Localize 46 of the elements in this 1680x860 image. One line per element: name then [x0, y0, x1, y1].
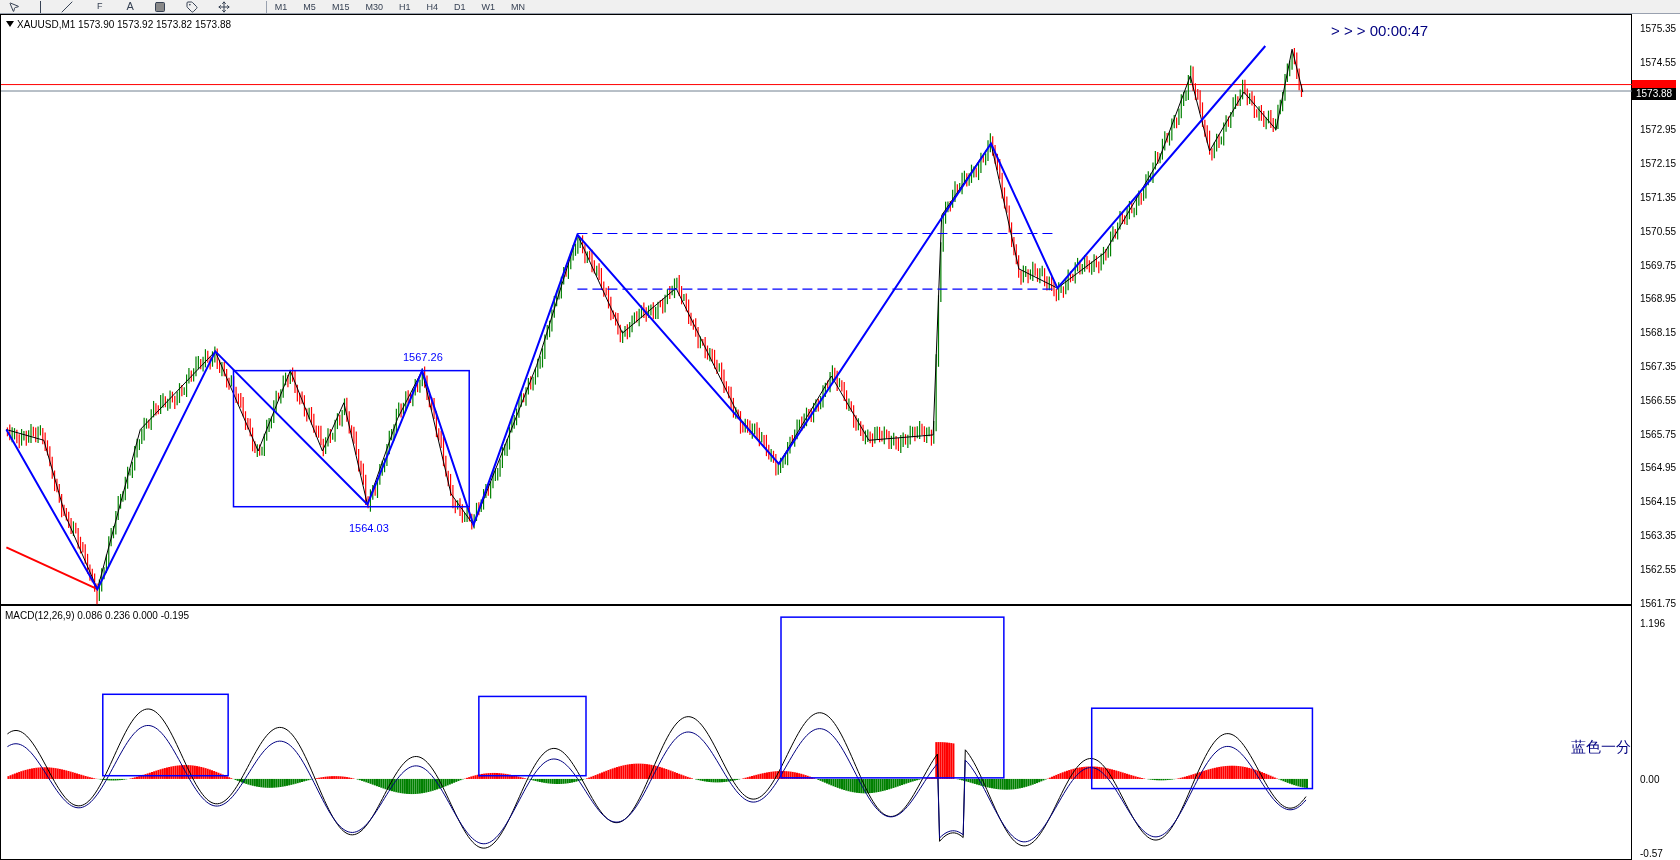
- price-tick: 1567.35: [1640, 360, 1677, 374]
- current-price-tag: 1573.88: [1632, 88, 1677, 100]
- timeframe-button[interactable]: D1: [453, 0, 466, 13]
- price-tick: 1563.35: [1640, 529, 1677, 543]
- rectangle-icon[interactable]: [153, 0, 166, 13]
- label-icon[interactable]: [185, 0, 198, 13]
- price-label: 1567.26: [403, 350, 443, 365]
- price-tick: 1571.35: [1640, 191, 1677, 205]
- ask-price-tag: [1632, 79, 1676, 88]
- macd-info: MACD(12,26,9) 0.086 0.236 0.000 -0.195: [5, 609, 189, 623]
- countdown-timer: > > > 00:00:47: [1331, 21, 1429, 41]
- timeframe-button[interactable]: M5: [303, 0, 316, 13]
- price-tick: 1561.75: [1640, 596, 1677, 611]
- price-tick: 1564.95: [1640, 461, 1677, 476]
- timeframe-button[interactable]: H4: [426, 0, 438, 13]
- price-tick: 1575.35: [1640, 22, 1677, 36]
- price-tick: 1572.95: [1640, 123, 1677, 138]
- price-tick: 1574.55: [1640, 55, 1677, 70]
- price-tick: 1572.15: [1640, 157, 1677, 172]
- macd-tick: 1.196: [1640, 617, 1666, 631]
- fibonacci-tool[interactable]: F: [93, 0, 107, 14]
- dropdown-triangle-icon[interactable]: [6, 21, 14, 27]
- price-tick: 1569.75: [1640, 258, 1677, 273]
- price-tick: 1568.95: [1640, 292, 1677, 307]
- macd-tick: -0.57: [1640, 847, 1663, 860]
- price-tick: 1564.15: [1640, 495, 1677, 510]
- text-tool[interactable]: A: [126, 0, 134, 15]
- arrows-icon[interactable]: [217, 0, 230, 13]
- cursor-icon[interactable]: [8, 0, 20, 13]
- price-tick: 1562.55: [1640, 562, 1677, 577]
- price-tick: 1568.15: [1640, 326, 1677, 341]
- note-text: 蓝色一分: [1571, 737, 1631, 757]
- timeframe-button[interactable]: W1: [481, 0, 495, 13]
- price-tick: 1566.55: [1640, 393, 1677, 408]
- timeframe-button[interactable]: H1: [398, 0, 411, 13]
- timeframe-button[interactable]: M15: [331, 0, 350, 13]
- price-label: 1564.03: [349, 521, 389, 536]
- vertical-line-icon[interactable]: [40, 0, 41, 13]
- price-tick: 1570.55: [1640, 224, 1677, 239]
- trendline-icon[interactable]: [61, 0, 73, 13]
- macd-tick: 0.00: [1640, 773, 1660, 787]
- symbol-info: XAUUSD,M1 1573.90 1573.92 1573.82 1573.88: [17, 18, 232, 32]
- timeframe-button[interactable]: M1: [274, 0, 288, 13]
- price-tick: 1565.75: [1640, 427, 1677, 442]
- timeframe-button[interactable]: MN: [510, 0, 525, 13]
- timeframe-button[interactable]: M30: [365, 0, 383, 13]
